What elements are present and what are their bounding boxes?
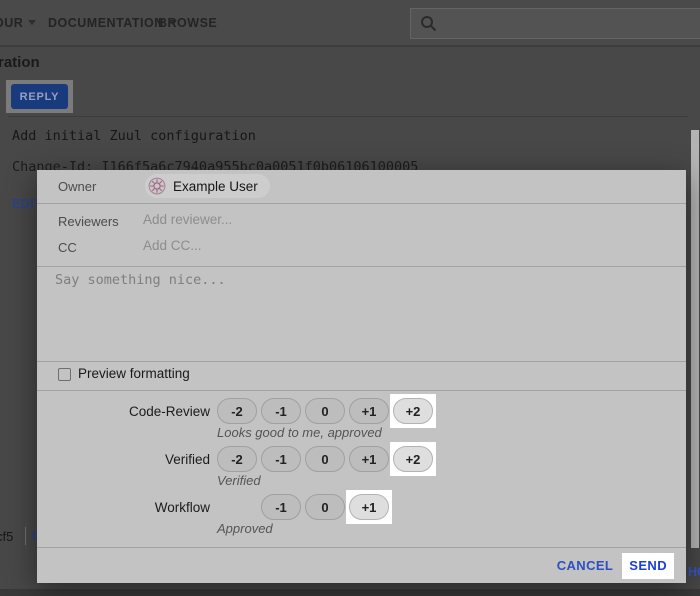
highlight-box: +2 xyxy=(390,394,436,428)
preview-formatting-checkbox[interactable] xyxy=(58,368,71,381)
search-box[interactable] xyxy=(410,8,700,39)
page-title: ration xyxy=(0,54,40,71)
highlight-box: +2 xyxy=(390,442,436,476)
vote-label-verified: Verified xyxy=(37,452,210,467)
commit-hash-fragment: cf5 xyxy=(0,529,13,544)
cc-label: CC xyxy=(58,240,77,255)
chevron-down-icon xyxy=(28,20,36,25)
vote-row-code-review: Code-Review -2 -1 0 +1 +2 xyxy=(37,398,686,424)
nav-menu-documentation-label: DOCUMENTATION xyxy=(48,16,164,30)
code-review-zero-button[interactable]: 0 xyxy=(305,398,345,424)
divider xyxy=(37,266,686,267)
vote-row-workflow: Workflow -1 0 +1 xyxy=(37,494,686,520)
reviewers-label: Reviewers xyxy=(58,214,119,229)
vote-description: Verified xyxy=(217,473,261,488)
preview-formatting-label: Preview formatting xyxy=(78,366,190,381)
reply-dialog: Owner Example User Reviewers CC Preview … xyxy=(37,170,686,583)
highlight-box: +1 xyxy=(346,490,392,524)
add-cc-input[interactable] xyxy=(143,238,443,253)
nav-menu-your[interactable]: OUR xyxy=(0,16,36,30)
avatar xyxy=(148,177,166,195)
workflow-minus1-button[interactable]: -1 xyxy=(261,494,301,520)
vote-row-verified: Verified -2 -1 0 +1 +2 xyxy=(37,446,686,472)
vote-label-code-review: Code-Review xyxy=(37,404,210,419)
search-icon xyxy=(420,15,437,32)
owner-name: Example User xyxy=(173,179,258,194)
verified-minus1-button[interactable]: -1 xyxy=(261,446,301,472)
screen: OUR DOCUMENTATION BROWSE ration REPLY Ad… xyxy=(0,0,700,596)
scrollbar[interactable] xyxy=(691,130,699,548)
nav-menu-browse[interactable]: BROWSE xyxy=(158,16,217,30)
owner-label: Owner xyxy=(58,179,96,194)
highlight-box: SEND xyxy=(622,553,674,579)
vote-description: Approved xyxy=(217,521,273,536)
verified-zero-button[interactable]: 0 xyxy=(305,446,345,472)
owner-chip[interactable]: Example User xyxy=(145,174,270,198)
reply-button[interactable]: REPLY xyxy=(11,84,68,109)
workflow-plus1-button[interactable]: +1 xyxy=(349,494,389,520)
code-review-plus2-button[interactable]: +2 xyxy=(393,398,433,424)
send-button[interactable]: SEND xyxy=(629,558,667,573)
cancel-button[interactable]: CANCEL xyxy=(557,558,614,573)
workflow-zero-button[interactable]: 0 xyxy=(305,494,345,520)
divider xyxy=(37,390,686,391)
divider xyxy=(8,116,688,117)
verified-plus1-button[interactable]: +1 xyxy=(349,446,389,472)
comment-textarea[interactable] xyxy=(55,272,667,354)
vote-label-workflow: Workflow xyxy=(37,500,210,515)
verified-minus2-button[interactable]: -2 xyxy=(217,446,257,472)
commit-message: Add initial Zuul configuration xyxy=(12,128,256,144)
page-footer-band xyxy=(0,589,700,596)
vote-description: Looks good to me, approved xyxy=(217,425,382,440)
verified-plus2-button[interactable]: +2 xyxy=(393,446,433,472)
nav-menu-browse-label: BROWSE xyxy=(158,16,217,30)
background-link-fragment[interactable]: HO xyxy=(688,565,700,579)
add-reviewer-input[interactable] xyxy=(143,212,443,227)
top-navigation-bar: OUR DOCUMENTATION BROWSE xyxy=(0,0,700,47)
code-review-plus1-button[interactable]: +1 xyxy=(349,398,389,424)
divider xyxy=(25,527,26,545)
highlight-box: REPLY xyxy=(6,80,73,113)
vote-cell-empty xyxy=(217,490,261,524)
dialog-footer: CANCEL SEND xyxy=(37,547,686,583)
nav-menu-your-label: OUR xyxy=(0,16,23,30)
code-review-minus1-button[interactable]: -1 xyxy=(261,398,301,424)
search-input[interactable] xyxy=(443,16,700,31)
divider xyxy=(37,203,686,204)
divider xyxy=(37,361,686,362)
code-review-minus2-button[interactable]: -2 xyxy=(217,398,257,424)
